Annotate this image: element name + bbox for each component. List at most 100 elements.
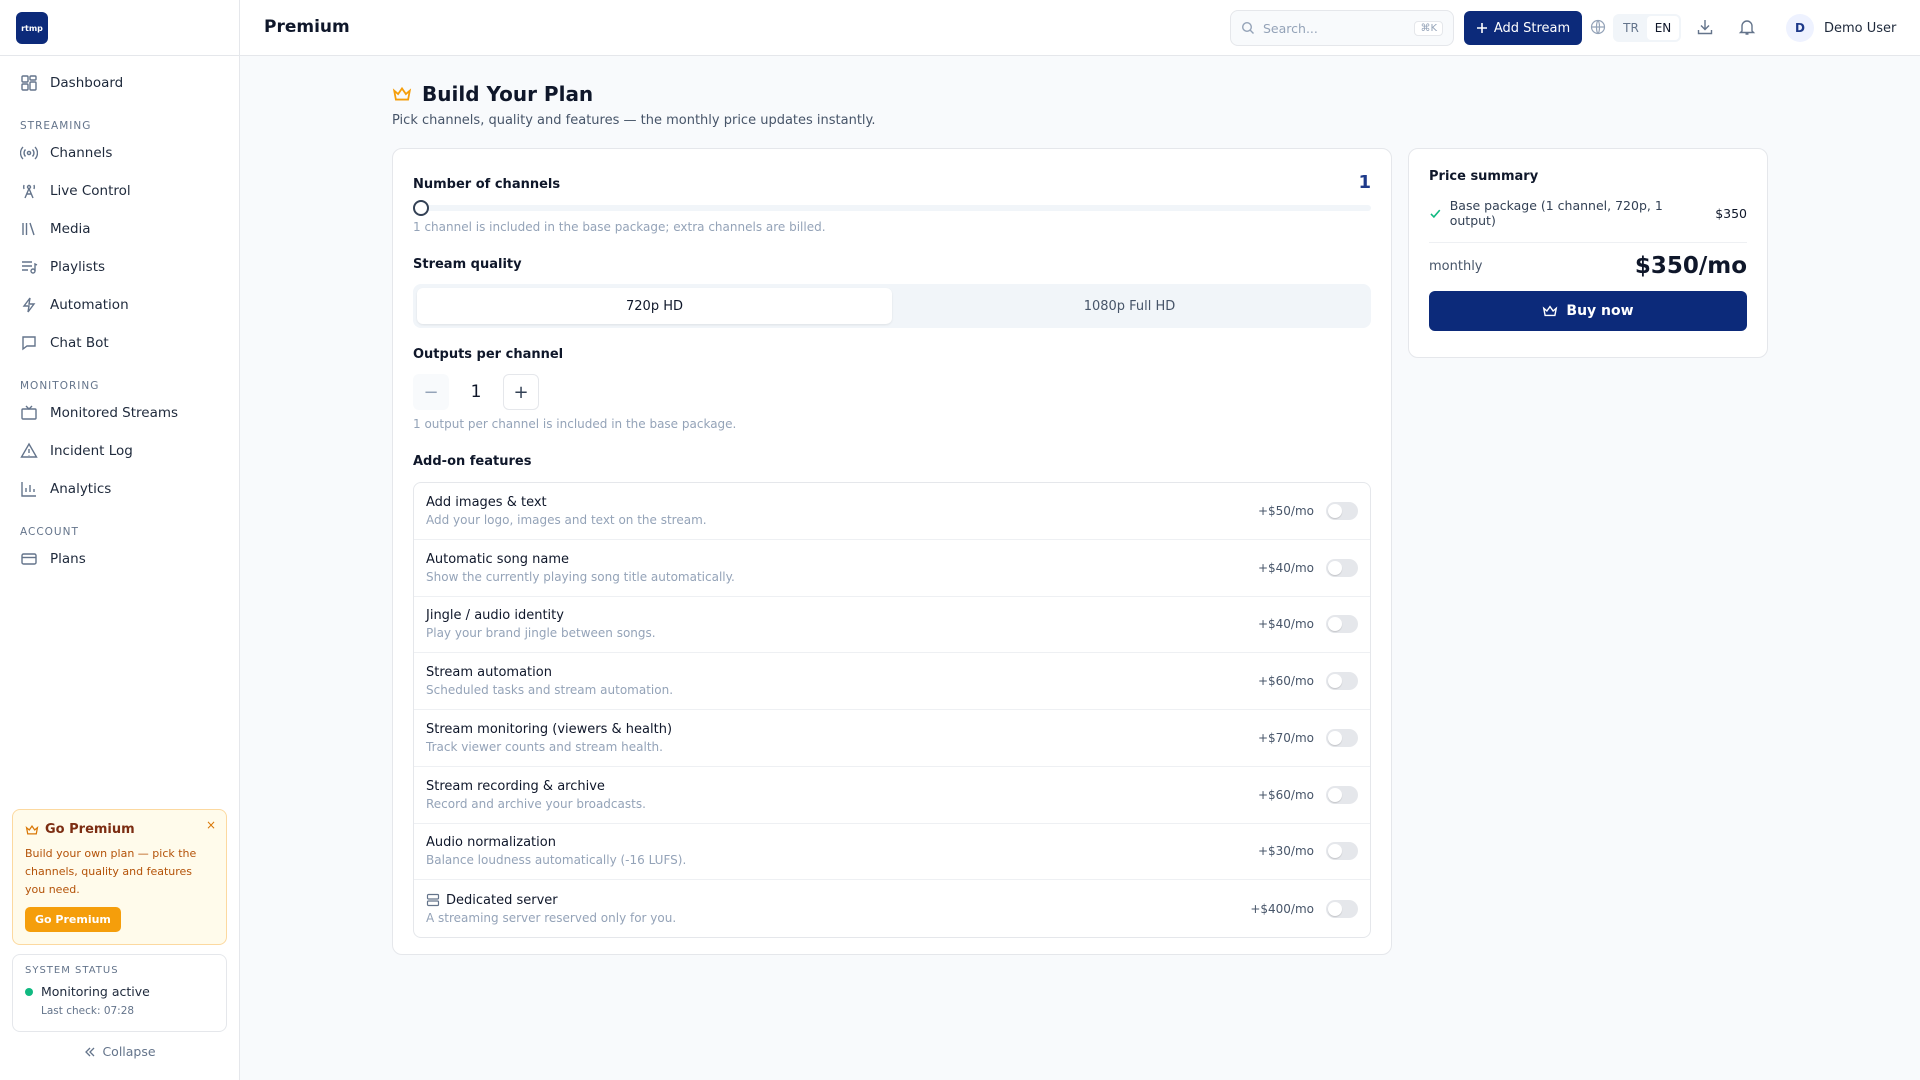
user-name: Demo User bbox=[1824, 20, 1897, 36]
warning-icon bbox=[20, 442, 38, 458]
addon-row-stream-monitoring: Stream monitoring (viewers & health) Tra… bbox=[414, 710, 1370, 767]
dashboard-grid-icon bbox=[21, 75, 37, 91]
lang-tr-button[interactable]: TR bbox=[1615, 16, 1647, 40]
channels-slider[interactable] bbox=[413, 200, 1371, 216]
outputs-decrement-button[interactable]: − bbox=[413, 374, 449, 410]
search-shortcut: ⌘K bbox=[1414, 20, 1443, 36]
premium-card-description: Build your own plan — pick the channels,… bbox=[25, 847, 197, 896]
sidebar-item-plans[interactable]: Plans bbox=[0, 540, 239, 578]
download-icon[interactable] bbox=[1696, 18, 1714, 36]
addon-toggle[interactable] bbox=[1326, 842, 1358, 861]
price-summary-title: Price summary bbox=[1429, 169, 1539, 184]
chat-icon bbox=[22, 336, 36, 351]
addon-name: Stream recording & archive bbox=[426, 778, 605, 794]
addon-toggle[interactable] bbox=[1326, 785, 1358, 804]
sidebar-item-label: Dashboard bbox=[50, 75, 124, 91]
sidebar-item-analytics[interactable]: Analytics bbox=[0, 470, 239, 508]
outputs-increment-button[interactable]: + bbox=[503, 374, 539, 410]
sidebar: rtmp Dashboard STREAMING Channels Live C… bbox=[0, 0, 240, 1080]
sidebar-item-playlists[interactable]: Playlists bbox=[0, 248, 239, 286]
credit-card-icon bbox=[21, 553, 37, 565]
billing-period: monthly bbox=[1429, 258, 1483, 274]
collapse-label: Collapse bbox=[102, 1044, 156, 1059]
channels-slider-handle[interactable] bbox=[413, 200, 429, 216]
addon-description: Add your logo, images and text on the st… bbox=[426, 512, 707, 527]
addon-row-jingle: Jingle / audio identity Play your brand … bbox=[414, 597, 1370, 654]
addon-price: +$50/mo bbox=[1257, 503, 1314, 518]
addon-description: Balance loudness automatically (-16 LUFS… bbox=[426, 853, 687, 868]
addons-label: Add-on features bbox=[413, 454, 532, 469]
crown-icon bbox=[1543, 305, 1558, 317]
playlist-icon bbox=[22, 261, 38, 274]
close-icon[interactable]: × bbox=[206, 818, 216, 832]
globe-icon bbox=[1590, 19, 1606, 35]
builder-title: Build Your Plan bbox=[422, 82, 594, 106]
quality-option-1080p[interactable]: 1080p Full HD bbox=[892, 288, 1367, 324]
addon-toggle[interactable] bbox=[1326, 728, 1358, 747]
addon-toggle[interactable] bbox=[1326, 501, 1358, 520]
builder-subtitle: Pick channels, quality and features — th… bbox=[392, 113, 876, 128]
logo-row: rtmp bbox=[0, 0, 239, 56]
add-stream-button[interactable]: Add Stream bbox=[1464, 11, 1582, 45]
sidebar-item-label: Live Control bbox=[50, 183, 131, 199]
channels-label: Number of channels bbox=[413, 177, 561, 192]
system-status-text: Monitoring active bbox=[41, 984, 150, 999]
plus-icon bbox=[1476, 23, 1487, 33]
system-status-row: Monitoring active bbox=[25, 984, 214, 999]
nav-section-monitoring: MONITORING bbox=[20, 380, 100, 392]
sidebar-item-live-control[interactable]: Live Control bbox=[0, 172, 239, 210]
addon-text: Add images & text Add your logo, images … bbox=[426, 495, 1258, 527]
logo-mark: rtmp bbox=[21, 24, 43, 33]
sidebar-item-media[interactable]: Media bbox=[0, 210, 239, 248]
sidebar-item-label: Playlists bbox=[50, 259, 106, 275]
app-logo[interactable]: rtmp bbox=[16, 11, 48, 44]
status-dot-icon bbox=[25, 987, 33, 996]
media-library-icon bbox=[22, 222, 35, 236]
sidebar-item-label: Incident Log bbox=[50, 443, 133, 459]
sidebar-item-automation[interactable]: Automation bbox=[0, 286, 239, 324]
system-status-card: SYSTEM STATUS Monitoring active Last che… bbox=[12, 954, 227, 1032]
search-input[interactable]: Search... ⌘K bbox=[1230, 10, 1454, 46]
go-premium-button[interactable]: Go Premium bbox=[25, 907, 121, 932]
addon-toggle[interactable] bbox=[1326, 672, 1358, 691]
sidebar-item-label: Plans bbox=[50, 551, 86, 567]
buy-now-button[interactable]: Buy now bbox=[1429, 291, 1747, 331]
addon-toggle[interactable] bbox=[1326, 558, 1358, 577]
search-placeholder: Search... bbox=[1263, 20, 1318, 36]
addon-description: Track viewer counts and stream health. bbox=[426, 739, 663, 754]
tv-icon bbox=[21, 405, 37, 420]
addon-name: Add images & text bbox=[426, 494, 547, 510]
addon-row-song-name: Automatic song name Show the currently p… bbox=[414, 540, 1370, 597]
addon-name: Stream automation bbox=[426, 665, 552, 681]
sidebar-item-chat-bot[interactable]: Chat Bot bbox=[0, 324, 239, 362]
bell-icon[interactable] bbox=[1738, 18, 1756, 36]
top-bar: Premium Search... ⌘K Add Stream TR EN D … bbox=[240, 0, 1920, 56]
addon-name: Audio normalization bbox=[426, 835, 556, 851]
addon-text: Stream monitoring (viewers & health) Tra… bbox=[426, 722, 1258, 754]
addon-description: Scheduled tasks and stream automation. bbox=[426, 683, 674, 698]
sidebar-item-label: Automation bbox=[50, 297, 129, 313]
crown-icon bbox=[25, 824, 39, 835]
addon-row-images-text: Add images & text Add your logo, images … bbox=[414, 483, 1370, 540]
sidebar-item-monitored-streams[interactable]: Monitored Streams bbox=[0, 394, 239, 432]
sidebar-item-incident-log[interactable]: Incident Log bbox=[0, 432, 239, 470]
outputs-value: 1 bbox=[470, 382, 482, 402]
lang-en-button[interactable]: EN bbox=[1647, 16, 1679, 40]
go-premium-card: × Go Premium Build your own plan — pick … bbox=[12, 809, 227, 945]
addon-description: A streaming server reserved only for you… bbox=[426, 910, 677, 925]
system-status-label: SYSTEM STATUS bbox=[25, 965, 119, 976]
quality-option-720p[interactable]: 720p HD bbox=[417, 288, 892, 324]
addon-row-audio-normalization: Audio normalization Balance loudness aut… bbox=[414, 824, 1370, 881]
addon-toggle[interactable] bbox=[1326, 899, 1358, 918]
channels-hint: 1 channel is included in the base packag… bbox=[413, 220, 826, 234]
addon-name: Automatic song name bbox=[426, 551, 570, 567]
sidebar-item-dashboard[interactable]: Dashboard bbox=[0, 64, 239, 102]
summary-total-row: monthly $350/mo bbox=[1429, 253, 1747, 279]
tower-icon bbox=[22, 184, 36, 199]
quality-label: Stream quality bbox=[413, 257, 522, 272]
sidebar-item-channels[interactable]: Channels bbox=[0, 134, 239, 172]
user-menu[interactable]: D Demo User bbox=[1786, 14, 1896, 42]
addon-toggle[interactable] bbox=[1326, 615, 1358, 634]
collapse-button[interactable]: Collapse bbox=[0, 1044, 240, 1059]
check-icon bbox=[1430, 209, 1441, 218]
